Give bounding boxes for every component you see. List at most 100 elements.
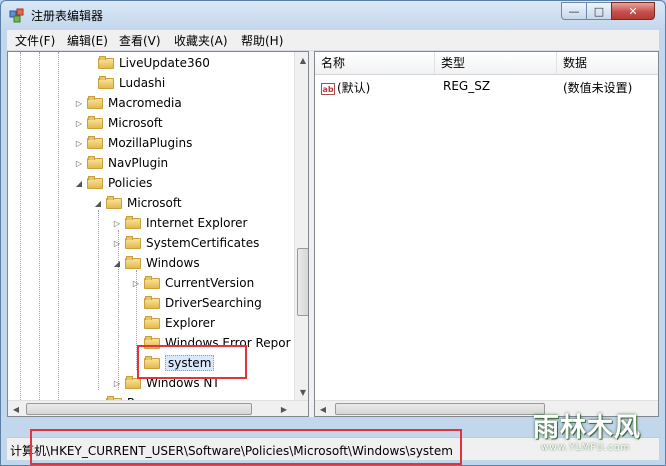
folder-icon xyxy=(125,216,141,230)
tree-guide-line xyxy=(98,210,99,390)
tree-guide-line xyxy=(39,52,40,400)
tree-item-label: SystemCertificates xyxy=(146,236,260,250)
tree-item[interactable]: ◢ Windows xyxy=(113,253,200,273)
close-button[interactable]: ✕ xyxy=(611,2,655,20)
value-data: (数值未设置) xyxy=(563,81,633,95)
regedit-window: 注册表编辑器 — □ ✕ 文件(F) 编辑(E) 查看(V) 收藏夹(A) 帮助… xyxy=(0,0,666,466)
tree-item[interactable]: ▷ Internet Explorer xyxy=(113,213,247,233)
tree-item[interactable]: Ludashi xyxy=(86,73,165,93)
menu-help[interactable]: 帮助(H) xyxy=(239,32,285,49)
value-type: REG_SZ xyxy=(443,79,491,93)
tree-item-label: Windows xyxy=(146,256,200,270)
value-name-cell: ab (默认) xyxy=(321,79,370,96)
column-data[interactable]: 数据 xyxy=(557,52,658,74)
expander-arrow-icon[interactable]: ▷ xyxy=(113,379,121,388)
watermark-logo: 雨林木风 www.YLMFU.com xyxy=(529,401,659,461)
tree-item[interactable]: ◢ Microsoft xyxy=(94,193,182,213)
tree-item[interactable]: Windows Error Repor xyxy=(132,333,291,353)
tree-item-label: Windows Error Repor xyxy=(165,336,291,350)
folder-icon xyxy=(87,96,103,110)
expander-arrow-icon[interactable]: ▷ xyxy=(113,219,121,228)
list-header: 名称 类型 数据 xyxy=(315,52,658,75)
tree-vertical-scrollbar[interactable]: ▲ ▼ xyxy=(294,52,308,400)
scroll-down-arrow-icon[interactable]: ▼ xyxy=(295,384,308,400)
minimize-button[interactable]: — xyxy=(561,2,587,20)
folder-icon xyxy=(87,136,103,150)
scroll-right-arrow-icon[interactable]: ▶ xyxy=(276,401,292,416)
watermark-main: 雨林木风 xyxy=(533,413,642,443)
folder-icon xyxy=(87,176,103,190)
folder-icon xyxy=(144,296,160,310)
tree-horizontal-scrollbar[interactable]: ◀ ▶ xyxy=(8,400,308,416)
menu-edit[interactable]: 编辑(E) xyxy=(65,32,110,49)
expander-arrow-icon[interactable]: ▷ xyxy=(75,119,83,128)
scroll-up-arrow-icon[interactable]: ▲ xyxy=(295,52,308,68)
expander-arrow-icon[interactable]: ◢ xyxy=(113,259,121,268)
tree-item[interactable]: ◢ Policies xyxy=(75,173,152,193)
menu-favorites[interactable]: 收藏夹(A) xyxy=(172,32,230,49)
registry-tree[interactable]: LiveUpdate360 Ludashi ▷ Macromedia ▷ Microsof… xyxy=(7,51,309,417)
tree-hscroll-thumb[interactable] xyxy=(26,403,252,415)
expander-arrow-icon[interactable]: ▷ xyxy=(113,239,121,248)
tree-item-label: Explorer xyxy=(165,316,215,330)
folder-icon xyxy=(144,276,160,290)
folder-icon xyxy=(125,236,141,250)
tree-item-label: Microsoft xyxy=(127,196,182,210)
tree-item-label: system xyxy=(165,355,215,371)
tree-item[interactable]: ▷ CurrentVersion xyxy=(132,273,254,293)
tree-item[interactable]: DriverSearching xyxy=(132,293,262,313)
expander-arrow-icon[interactable]: ◢ xyxy=(94,199,102,208)
watermark-sub: www.YLMFU.com xyxy=(541,443,631,453)
column-type[interactable]: 类型 xyxy=(435,52,557,74)
tree-item[interactable]: ▷ MozillaPlugins xyxy=(75,133,192,153)
folder-icon xyxy=(125,256,141,270)
maximize-button[interactable]: □ xyxy=(586,2,612,20)
folder-icon xyxy=(144,356,160,370)
tree-item[interactable]: Explorer xyxy=(132,313,215,333)
window-title: 注册表编辑器 xyxy=(31,9,104,23)
tree-item-label: Policies xyxy=(108,176,153,190)
string-value-icon: ab xyxy=(321,82,335,95)
folder-icon xyxy=(87,116,103,130)
tree-item[interactable]: system xyxy=(132,353,215,373)
list-row[interactable]: ab (默认) REG_SZ (数值未设置) xyxy=(315,78,658,96)
expander-arrow-icon[interactable]: ▷ xyxy=(75,159,83,168)
tree-item[interactable]: ▷ NavPlugin xyxy=(75,153,168,173)
tree-item[interactable]: ▷ SystemCertificates xyxy=(113,233,259,253)
tree-item[interactable]: ▷ Macromedia xyxy=(75,93,182,113)
tree-item[interactable]: ▷ Windows NT xyxy=(113,373,220,393)
menu-file[interactable]: 文件(F) xyxy=(13,32,57,49)
tree-guide-line xyxy=(20,52,21,400)
folder-icon xyxy=(98,56,114,70)
tree-item-label: Internet Explorer xyxy=(146,216,248,230)
expander-arrow-icon[interactable]: ▷ xyxy=(132,279,140,288)
folder-icon xyxy=(98,76,114,90)
list-hscroll-thumb[interactable] xyxy=(335,403,545,415)
tree-item-label: NavPlugin xyxy=(108,156,169,170)
tree-vscroll-thumb[interactable] xyxy=(297,248,308,316)
menu-view[interactable]: 查看(V) xyxy=(117,32,163,49)
tree-item[interactable]: LiveUpdate360 xyxy=(86,53,210,73)
menu-bar: 文件(F) 编辑(E) 查看(V) 收藏夹(A) 帮助(H) xyxy=(7,30,659,51)
tree-item-label: Macromedia xyxy=(108,96,182,110)
expander-arrow-icon[interactable]: ▷ xyxy=(75,99,83,108)
folder-icon xyxy=(144,336,160,350)
scroll-left-arrow-icon[interactable]: ◀ xyxy=(315,401,331,416)
folder-icon xyxy=(106,196,122,210)
values-list[interactable]: 名称 类型 数据 ab (默认) REG_SZ (数值未设置) ◀ xyxy=(314,51,659,417)
folder-icon xyxy=(87,156,103,170)
column-name[interactable]: 名称 xyxy=(315,52,435,74)
value-name: (默认) xyxy=(337,81,371,95)
tree-item-label: DriverSearching xyxy=(165,296,262,310)
tree-item-label: Windows NT xyxy=(146,376,220,390)
folder-icon xyxy=(144,316,160,330)
tree-item-label: MozillaPlugins xyxy=(108,136,193,150)
status-path: 计算机\HKEY_CURRENT_USER\Software\Policies\… xyxy=(10,444,453,458)
expander-arrow-icon[interactable]: ▷ xyxy=(75,139,83,148)
tree-item[interactable]: ▷ Microsoft xyxy=(75,113,163,133)
tree-item-label: CurrentVersion xyxy=(165,276,255,290)
scroll-left-arrow-icon[interactable]: ◀ xyxy=(8,401,24,416)
regedit-app-icon xyxy=(9,8,24,23)
title-bar[interactable]: 注册表编辑器 — □ ✕ xyxy=(1,1,665,29)
expander-arrow-icon[interactable]: ◢ xyxy=(75,179,83,188)
